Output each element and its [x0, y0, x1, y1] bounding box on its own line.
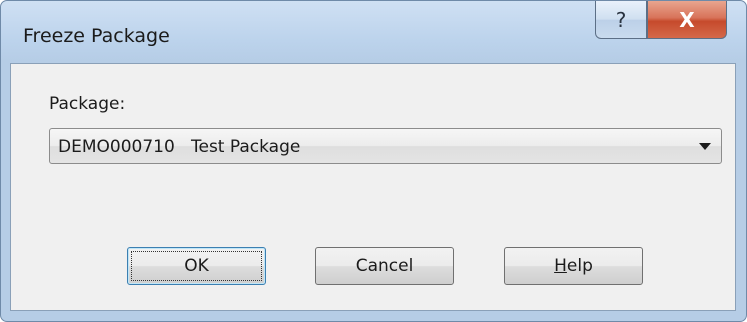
cancel-button[interactable]: Cancel: [315, 247, 454, 285]
close-icon[interactable]: X: [647, 1, 727, 39]
help-button[interactable]: Help: [504, 247, 643, 285]
dialog-title: Freeze Package: [23, 25, 170, 47]
chevron-down-icon[interactable]: [699, 143, 711, 150]
dialog-body: Package: DEMO000710 Test Package OK Canc…: [10, 63, 736, 311]
package-label: Package:: [49, 94, 126, 114]
title-bar[interactable]: Freeze Package ? X: [1, 1, 746, 63]
dialog-window: Freeze Package ? X Package: DEMO000710 T…: [0, 0, 747, 322]
package-dropdown-value: DEMO000710 Test Package: [58, 137, 301, 157]
help-icon[interactable]: ?: [595, 1, 647, 39]
help-button-mnemonic: H: [554, 256, 567, 276]
package-dropdown[interactable]: DEMO000710 Test Package: [49, 128, 722, 164]
help-button-label-rest: elp: [566, 256, 593, 276]
ok-button[interactable]: OK: [127, 247, 266, 285]
